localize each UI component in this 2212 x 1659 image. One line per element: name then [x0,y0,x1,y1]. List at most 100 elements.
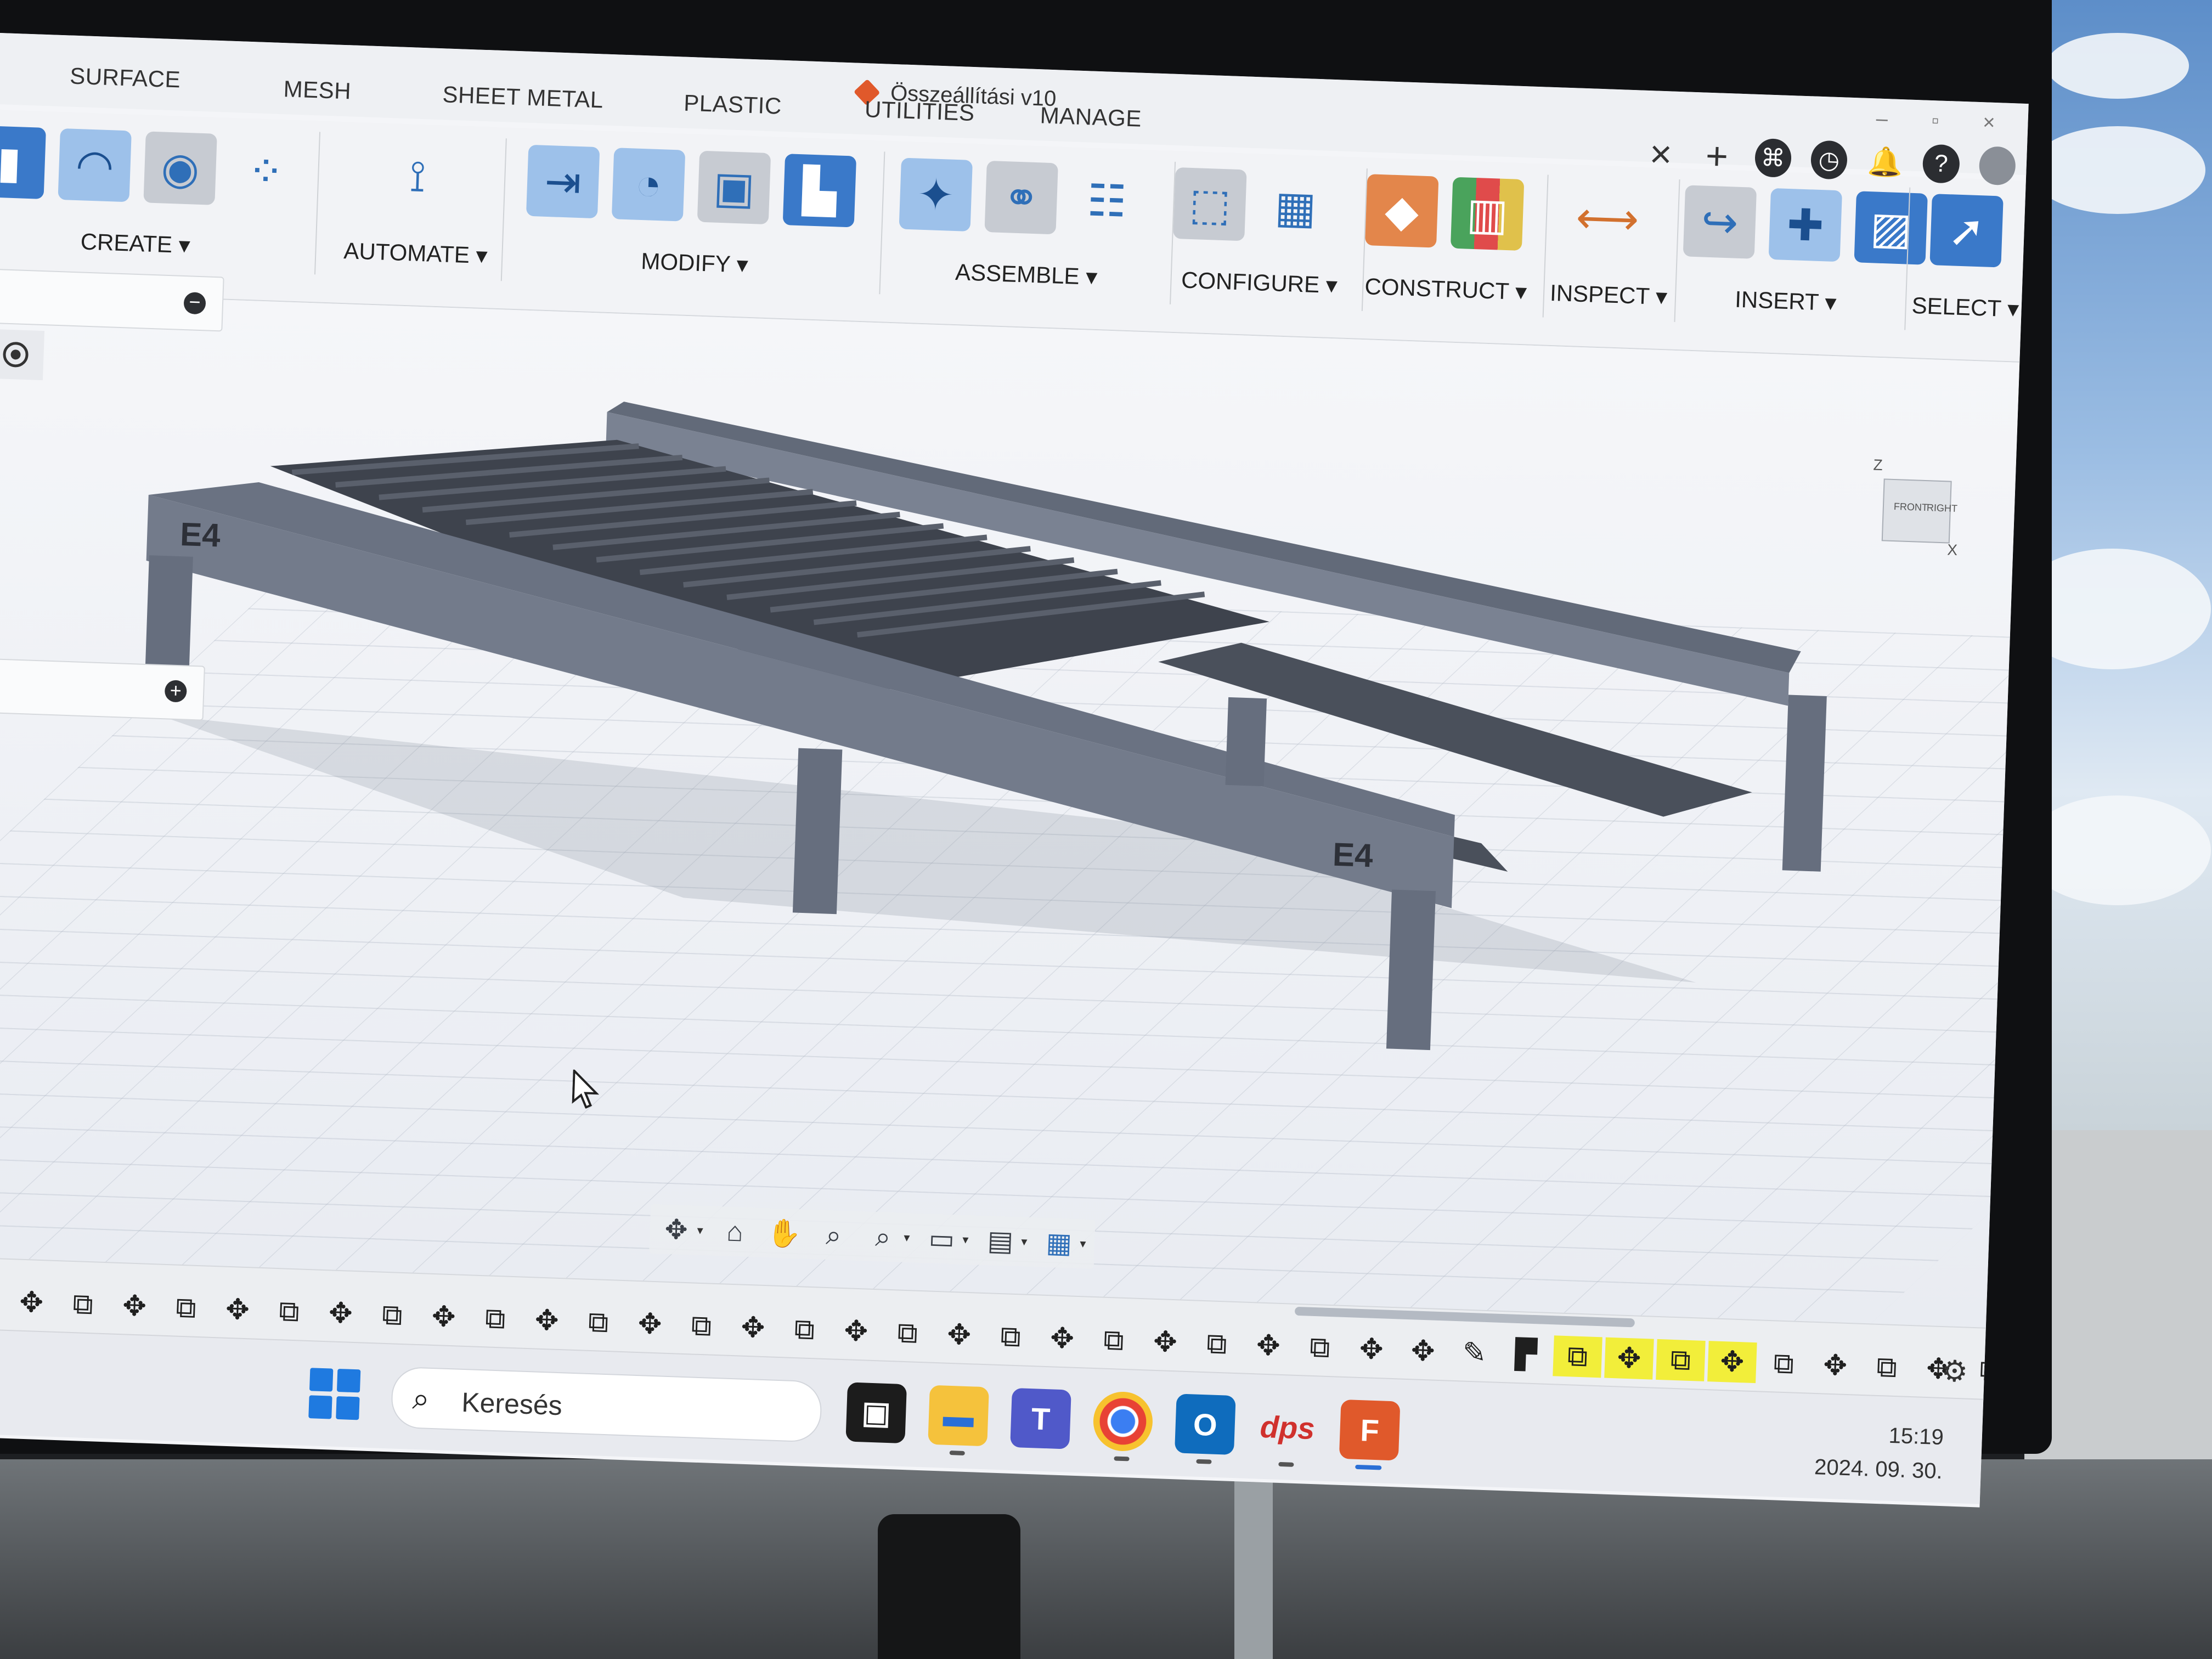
windows-start-button[interactable] [308,1368,361,1420]
view-cube[interactable]: Z FRONT RIGHT X [1870,456,1961,558]
fillet-icon[interactable]: ◔ [611,148,686,222]
conveyor-model[interactable]: E4 E4 [0,292,2019,1328]
gear-icon[interactable]: ⚙ [1941,1353,1969,1389]
timeline-move-icon[interactable]: ✥ [1141,1321,1190,1363]
timeline-move-icon[interactable]: ✥ [1398,1330,1448,1372]
timeline-move-icon[interactable]: ✥ [625,1303,675,1345]
configuration-table-icon[interactable]: ▦ [1259,170,1332,244]
notifications-icon[interactable]: 🔔 [1866,142,1904,182]
joint-icon[interactable]: ⚭ [984,160,1058,235]
file-explorer-icon[interactable]: ▬ [928,1385,989,1447]
maximize-button[interactable]: ▫ [1931,109,1939,133]
chevron-down-icon[interactable]: ▾ [697,1223,703,1238]
create-menu[interactable]: CREATE ▾ [0,224,300,262]
tab-utilities[interactable]: UTILITIES [864,96,975,126]
viewports-icon[interactable]: ▦ [1041,1225,1077,1261]
tab-plastic[interactable]: PLASTIC [683,90,782,120]
timeline-move-icon[interactable]: ✥ [831,1310,881,1352]
browser-radio[interactable] [0,329,45,381]
timeline-move-icon[interactable]: ✥ [110,1285,160,1327]
minimize-button[interactable]: – [1876,107,1888,131]
tab-sheet-metal[interactable]: SHEET METAL [442,81,604,113]
tab-close-icon[interactable]: × [1642,132,1680,176]
timeline-feature-icon[interactable]: ⧉ [1862,1346,1912,1389]
fusion-360-icon[interactable]: F [1339,1399,1401,1461]
timeline-feature-icon[interactable]: ⧉ [676,1305,726,1347]
timeline-feature-icon[interactable]: ⧉ [883,1312,933,1355]
assemble-menu[interactable]: ASSEMBLE ▾ [897,256,1155,292]
offset-plane-icon[interactable]: ◆ [1365,174,1439,248]
zoom-icon[interactable]: ⌕ [815,1217,851,1253]
timeline-profile-icon[interactable]: ▛ [1501,1334,1551,1376]
timeline-move-icon[interactable]: ✥ [2017,1352,2029,1394]
timeline-feature-icon[interactable]: ⧉ [1965,1350,2015,1392]
timeline-move-icon[interactable]: ✥ [1707,1341,1757,1384]
system-clock[interactable]: 15:19 2024. 09. 30. [1814,1416,1944,1488]
grid-settings-icon[interactable]: ▤ [982,1223,1018,1259]
timeline-feature-icon[interactable]: ⧉ [368,1294,417,1336]
pattern-icon[interactable]: ⁘ [229,134,302,208]
chevron-down-icon[interactable]: ▾ [962,1233,969,1247]
chevron-down-icon[interactable]: ▾ [904,1231,910,1245]
timeline-move-icon[interactable]: ✥ [213,1289,263,1331]
browser-panel[interactable]: − [0,268,224,332]
timeline-move-icon[interactable]: ✥ [522,1300,572,1342]
timeline-feature-icon[interactable]: ⧉ [1553,1335,1602,1378]
timeline-feature-icon[interactable]: ⧉ [1192,1323,1242,1365]
shell-icon[interactable]: ▣ [697,150,771,225]
timeline-feature-icon[interactable]: ⧉ [1089,1319,1139,1362]
help-icon[interactable]: ? [1922,144,1960,184]
comments-panel[interactable]: + [0,658,205,721]
inspect-menu[interactable]: INSPECT ▾ [1549,279,1668,310]
timeline-feature-icon[interactable]: ⧉ [573,1301,623,1344]
timeline-move-icon[interactable]: ✥ [419,1296,469,1338]
look-at-icon[interactable]: ⌂ [717,1214,753,1250]
timeline-feature-icon[interactable]: ⧉ [1656,1339,1706,1381]
modify-menu[interactable]: MODIFY ▾ [524,244,865,283]
chevron-down-icon[interactable]: ▾ [1021,1234,1028,1249]
extrude-icon[interactable]: ▮ [0,125,47,199]
task-view-icon[interactable]: ▣ [845,1382,907,1444]
timeline-move-icon[interactable]: ✥ [1037,1318,1087,1360]
timeline-move-icon[interactable]: ✥ [1347,1328,1397,1370]
close-button[interactable]: × [1983,111,1996,135]
fit-icon[interactable]: ⌕ [865,1218,901,1255]
dps-icon[interactable]: dps [1257,1397,1318,1458]
insert-mesh-icon[interactable]: ✚ [1768,188,1843,262]
press-pull-icon[interactable]: ⇥ [526,144,600,219]
job-status-icon[interactable]: ◷ [1810,140,1848,180]
timeline-move-icon[interactable]: ✥ [728,1307,778,1349]
timeline-feature-icon[interactable]: ⧉ [780,1308,830,1351]
timeline-move-icon[interactable]: ✥ [7,1282,57,1324]
automate-menu[interactable]: AUTOMATE ▾ [343,237,488,269]
collapse-icon[interactable]: − [183,290,206,315]
timeline-move-icon[interactable]: ✥ [316,1293,366,1335]
configure-icon[interactable]: ⬚ [1173,167,1247,241]
chrome-icon[interactable] [1092,1391,1154,1452]
user-avatar[interactable] [1978,146,2016,186]
tab-manage[interactable]: MANAGE [1040,102,1142,132]
pan-icon[interactable]: ✋ [766,1215,802,1251]
measure-icon[interactable]: ⟷ [1571,181,1644,255]
insert-menu[interactable]: INSERT ▾ [1681,284,1890,318]
timeline-feature-icon[interactable]: ⧉ [1295,1327,1345,1369]
timeline-move-icon[interactable]: ✥ [1604,1337,1654,1380]
timeline-move-icon[interactable]: ✥ [1810,1345,1860,1387]
revolve-icon[interactable]: ◠ [58,128,132,202]
insert-derive-icon[interactable]: ↪ [1683,185,1757,259]
timeline-sketch-icon[interactable]: ✎ [1449,1332,1499,1374]
timeline-feature-icon[interactable]: ⧉ [1759,1342,1809,1385]
construct-menu[interactable]: CONSTRUCT ▾ [1363,273,1529,305]
configure-menu[interactable]: CONFIGURE ▾ [1171,266,1348,299]
display-settings-icon[interactable]: ▭ [923,1221,960,1257]
new-tab-icon[interactable]: + [1698,134,1736,178]
bill-of-materials-icon[interactable]: ☷ [1070,163,1143,237]
extensions-icon[interactable]: ⌘ [1754,138,1792,178]
3d-viewport[interactable]: E4 E4 Z FRONT RIGHT X ✥ ▾ ⌂ ✋ ⌕ ⌕ ▾ ▭ ▾ … [0,291,2020,1328]
select-icon[interactable]: ➚ [1929,194,2004,268]
taskbar-search[interactable]: ⌕ Keresés [390,1366,823,1443]
timeline-feature-icon[interactable]: ⧉ [58,1283,108,1325]
automate-icon[interactable]: ⟟ [381,140,454,213]
tab-surface[interactable]: SURFACE [70,63,181,93]
timeline-feature-icon[interactable]: ⧉ [986,1316,1036,1358]
